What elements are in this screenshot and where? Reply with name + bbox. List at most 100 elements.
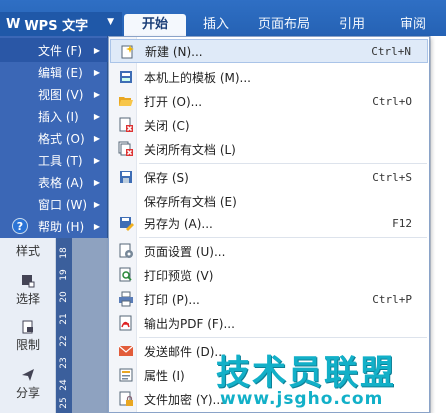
restrict-icon	[22, 320, 33, 334]
chevron-right-icon: ▶	[93, 221, 100, 231]
page-setup-icon	[119, 243, 133, 258]
save-icon	[120, 171, 132, 183]
left-tool-strip: 样式 选择 限制 分享	[0, 238, 56, 413]
ruler-number: 22	[59, 335, 69, 347]
menu-save[interactable]: 保存 (S) Ctrl+S	[110, 165, 428, 189]
menu-item-label: 插入 (I)	[38, 109, 79, 124]
menu-item-help[interactable]: ? 帮助 (H) ▶	[0, 214, 108, 238]
chevron-right-icon: ▶	[93, 89, 100, 99]
tool-label: 样式	[15, 244, 40, 258]
chevron-down-icon: ▼	[107, 17, 114, 27]
menu-separator	[139, 337, 427, 338]
tool-restrict[interactable]: 限制	[0, 320, 56, 353]
menu-item-file[interactable]: 文件 (F) ▶	[0, 38, 108, 62]
pdf-icon	[119, 315, 132, 331]
menu-save-as[interactable]: 另存为 (A)... F12	[110, 211, 428, 235]
ruler-number: 21	[59, 313, 69, 325]
wps-app-menu-button[interactable]: W WPS 文字 ▼	[0, 12, 122, 36]
tool-label: 限制	[15, 338, 40, 352]
ruler-number: 24	[59, 379, 69, 391]
menu-shortcut: Ctrl+O	[372, 94, 412, 108]
chevron-right-icon: ▶	[93, 67, 100, 77]
menu-save-all[interactable]: 保存所有文档 (E)	[110, 189, 428, 213]
ruler-number: 20	[59, 291, 69, 303]
close-all-icon	[118, 141, 133, 156]
title-bar: W WPS 文字 ▼ 开始 插入 页面布局 引用 审阅	[0, 0, 446, 36]
select-icon	[22, 275, 35, 288]
save-as-icon	[120, 217, 134, 231]
chevron-right-icon: ▶	[93, 199, 100, 209]
tab-page-layout[interactable]: 页面布局	[248, 14, 320, 36]
menu-label: 发送邮件 (D)...	[144, 344, 226, 359]
menu-label: 输出为PDF (F)...	[144, 316, 235, 331]
menu-shortcut: Ctrl+N	[371, 44, 411, 58]
menu-label: 打印预览 (V)	[144, 268, 214, 283]
menu-item-window[interactable]: 窗口 (W) ▶	[0, 192, 108, 216]
ruler-number: 23	[59, 357, 69, 369]
tool-select[interactable]: 选择	[0, 274, 56, 307]
menu-item-insert[interactable]: 插入 (I) ▶	[0, 104, 108, 128]
menu-item-label: 格式 (O)	[38, 131, 85, 146]
tab-references[interactable]: 引用	[326, 14, 378, 36]
menu-print[interactable]: 打印 (P)... Ctrl+P	[110, 287, 428, 311]
chevron-right-icon: ▶	[93, 45, 100, 55]
tool-share[interactable]: 分享	[0, 368, 56, 401]
menu-item-table[interactable]: 表格 (A) ▶	[0, 170, 108, 194]
watermark-text: 技术员联盟	[216, 353, 396, 393]
close-doc-icon	[119, 117, 133, 132]
app-title: WPS 文字	[24, 18, 89, 34]
menu-label: 保存所有文档 (E)	[144, 194, 237, 209]
menu-local-templates[interactable]: 本机上的模板 (M)...	[110, 65, 428, 89]
tab-start[interactable]: 开始	[124, 14, 186, 36]
folder-open-icon	[119, 97, 133, 106]
tab-insert[interactable]: 插入	[190, 14, 242, 36]
menu-item-label: 表格 (A)	[38, 175, 84, 190]
menu-shortcut: Ctrl+S	[372, 170, 412, 184]
menu-label: 新建 (N)...	[145, 44, 203, 59]
chevron-right-icon: ▶	[93, 111, 100, 121]
print-preview-icon	[119, 267, 132, 282]
properties-icon	[119, 368, 133, 382]
menu-label: 关闭所有文档 (L)	[144, 142, 236, 157]
menu-item-label: 编辑 (E)	[38, 65, 83, 80]
share-icon	[22, 369, 34, 381]
menu-label: 页面设置 (U)...	[144, 244, 226, 259]
menu-label: 本机上的模板 (M)...	[144, 70, 251, 85]
chevron-right-icon: ▶	[93, 177, 100, 187]
chevron-right-icon: ▶	[93, 133, 100, 143]
tool-label: 分享	[15, 386, 40, 400]
ruler-number: 18	[59, 247, 69, 259]
vertical-ruler: 18 19 20 21 22 23 24 25	[56, 238, 72, 413]
menu-label: 打开 (O)...	[144, 94, 203, 109]
tab-review[interactable]: 审阅	[384, 14, 442, 36]
menu-item-tools[interactable]: 工具 (T) ▶	[0, 148, 108, 172]
menu-shortcut: Ctrl+P	[372, 292, 412, 306]
printer-icon	[119, 291, 133, 307]
ruler-number: 25	[59, 397, 69, 409]
menu-separator	[139, 237, 427, 238]
menu-open[interactable]: 打开 (O)... Ctrl+O	[110, 89, 428, 113]
menu-page-setup[interactable]: 页面设置 (U)...	[110, 239, 428, 263]
menu-label: 文件加密 (Y)...	[144, 392, 224, 407]
menu-item-view[interactable]: 视图 (V) ▶	[0, 82, 108, 106]
ruler-number: 19	[59, 269, 69, 281]
menu-export-pdf[interactable]: 输出为PDF (F)...	[110, 311, 428, 335]
menu-item-label: 文件 (F)	[38, 43, 83, 58]
menu-new[interactable]: 新建 (N)... Ctrl+N	[110, 39, 428, 63]
menu-item-label: 帮助 (H)	[38, 219, 85, 234]
menu-label: 属性 (I)	[144, 368, 185, 383]
menu-label: 另存为 (A)...	[144, 216, 213, 231]
menu-print-preview[interactable]: 打印预览 (V)	[110, 263, 428, 287]
watermark-url: www.jsgho.com	[220, 389, 384, 409]
menu-item-format[interactable]: 格式 (O) ▶	[0, 126, 108, 150]
workspace-gray-area	[72, 238, 108, 413]
menu-label: 打印 (P)...	[144, 292, 200, 307]
tool-style[interactable]: 样式	[0, 242, 56, 259]
help-icon: ?	[12, 218, 28, 234]
chevron-right-icon: ▶	[93, 155, 100, 165]
tool-label: 选择	[15, 292, 40, 306]
menu-item-edit[interactable]: 编辑 (E) ▶	[0, 60, 108, 84]
menu-item-label: 窗口 (W)	[38, 197, 88, 212]
menu-close-all[interactable]: 关闭所有文档 (L)	[110, 137, 428, 161]
menu-close[interactable]: 关闭 (C)	[110, 113, 428, 137]
